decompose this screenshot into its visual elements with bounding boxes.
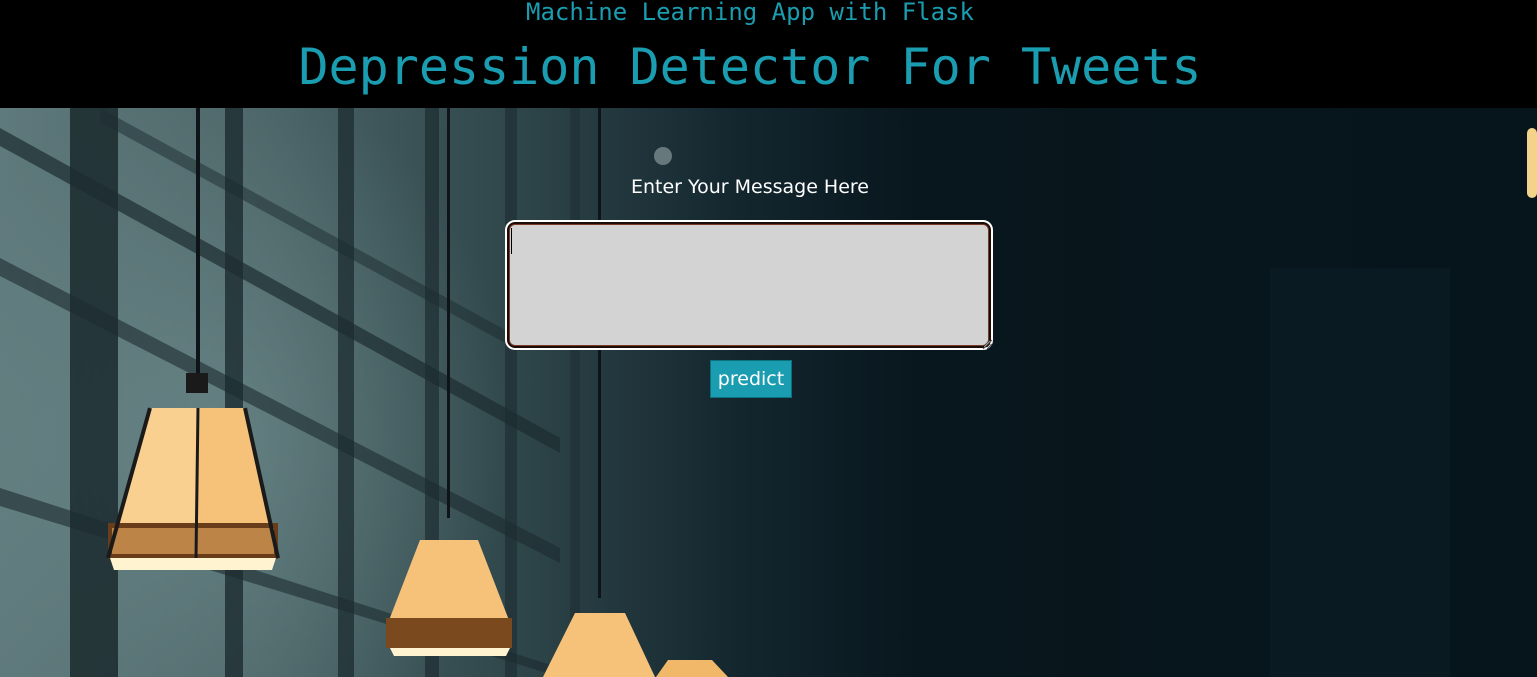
message-textarea[interactable] [505,220,993,350]
app-subtitle: Machine Learning App with Flask [526,0,974,26]
page: Machine Learning App with Flask Depressi… [0,0,1537,677]
header-bar: Machine Learning App with Flask Depressi… [0,0,1537,108]
predict-button[interactable]: predict [710,360,792,398]
text-caret [511,228,512,254]
page-title: Depression Detector For Tweets [298,38,1202,96]
resize-grip-icon[interactable] [981,338,993,350]
message-label: Enter Your Message Here [630,176,869,198]
